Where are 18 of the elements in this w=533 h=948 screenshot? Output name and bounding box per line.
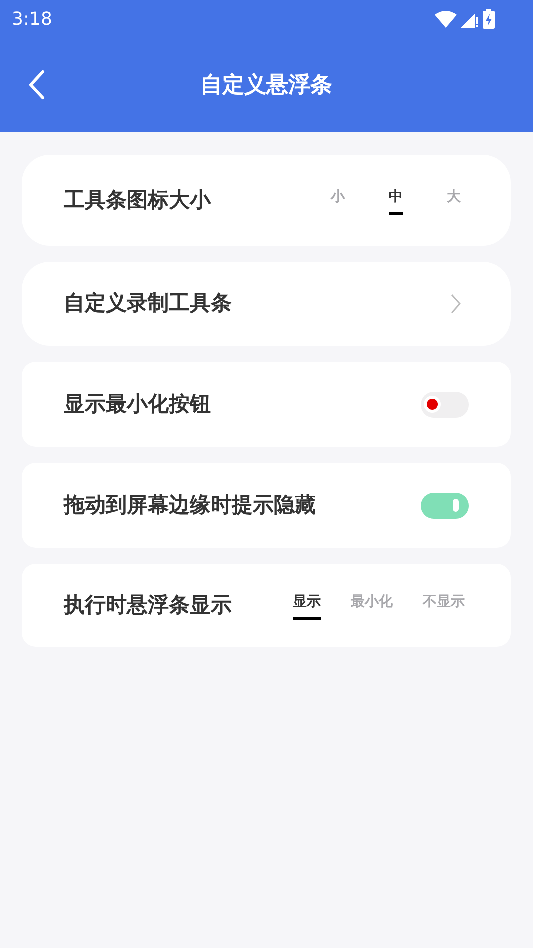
- setting-label: 显示最小化按钮: [64, 390, 211, 418]
- wifi-icon: [435, 10, 457, 28]
- option-tab[interactable]: 中: [389, 186, 403, 214]
- option-tab[interactable]: 显示: [293, 592, 321, 620]
- option-tab[interactable]: 不显示: [423, 592, 465, 620]
- back-icon[interactable]: [28, 70, 46, 100]
- toggle-switch[interactable]: [421, 392, 469, 418]
- option-tab[interactable]: 最小化: [351, 592, 393, 620]
- setting-label: 拖动到屏幕边缘时提示隐藏: [64, 492, 316, 519]
- option-tab[interactable]: 小: [331, 186, 345, 214]
- battery-icon: [483, 9, 495, 29]
- setting-label: 执行时悬浮条显示: [64, 592, 232, 619]
- setting-label: 工具条图标大小: [64, 186, 211, 214]
- status-time: 3:18: [12, 8, 52, 32]
- page-title: 自定义悬浮条: [200, 72, 332, 100]
- toggle-switch[interactable]: [421, 492, 469, 518]
- option-tab[interactable]: 大: [447, 186, 461, 214]
- setting-label: 自定义录制工具条: [64, 290, 232, 318]
